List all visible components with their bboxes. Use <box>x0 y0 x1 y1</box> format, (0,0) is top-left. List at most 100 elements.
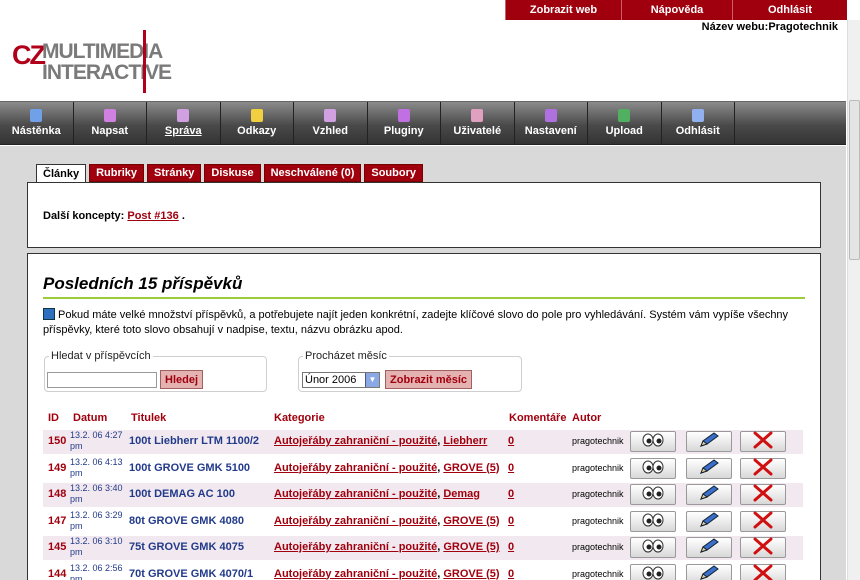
post-id: 148 <box>48 488 67 500</box>
category-link[interactable]: Demag <box>443 488 480 500</box>
category-link[interactable]: GROVE (5) <box>443 541 499 553</box>
scrollbar-thumb[interactable] <box>849 100 860 260</box>
column-header[interactable]: ID <box>48 412 59 424</box>
delete-button[interactable] <box>740 484 786 505</box>
manage-icon <box>177 109 190 122</box>
tab-2[interactable]: Stránky <box>147 164 202 182</box>
view-button[interactable] <box>630 510 676 532</box>
view-button[interactable] <box>630 563 676 580</box>
post-id: 145 <box>48 541 67 553</box>
top-link-0[interactable]: Zobrazit web <box>505 0 621 20</box>
table-row: 147 13.2. 06 3:29 pm 80t GROVE GMK 4080 Aut… <box>43 510 803 534</box>
post-author: pragotechnik <box>572 542 624 552</box>
view-button[interactable] <box>630 431 676 452</box>
comments-link[interactable]: 0 <box>508 462 514 474</box>
table-row: 144 13.2. 06 2:56 pm 70t GROVE GMK 4070/1 A… <box>43 563 803 580</box>
category-link[interactable]: Autojeřáby zahraniční - použité <box>274 568 437 580</box>
nav-item-9[interactable]: Odhlásit <box>662 102 735 145</box>
site-name-label: Název webu: <box>701 21 769 33</box>
column-header[interactable]: Titulek <box>131 412 166 424</box>
category-link[interactable]: Autojeřáby zahraniční - použité <box>274 462 437 474</box>
comments-link[interactable]: 0 <box>508 435 514 447</box>
nav-item-1[interactable]: Napsat <box>74 102 147 145</box>
tab-5[interactable]: Soubory <box>364 164 423 182</box>
logo[interactable]: CZ MULTIMEDIA INTERACTIVE <box>12 30 182 94</box>
drafts-box: Další koncepty: Post #136 . <box>27 182 821 248</box>
month-select[interactable]: Únor 2006 ▼ <box>302 372 380 388</box>
nav-item-4[interactable]: Vzhled <box>294 102 368 145</box>
edit-button[interactable] <box>686 563 732 580</box>
category-link[interactable]: Autojeřáby zahraniční - použité <box>274 541 437 553</box>
search-input[interactable] <box>47 372 157 388</box>
category-link[interactable]: GROVE (5) <box>443 568 499 580</box>
nav-item-5[interactable]: Pluginy <box>368 102 441 145</box>
category-link[interactable]: GROVE (5) <box>443 515 499 527</box>
view-button[interactable] <box>630 484 676 505</box>
nav-label: Upload <box>605 125 643 137</box>
month-select-value: Únor 2006 <box>305 374 357 386</box>
post-author: pragotechnik <box>572 436 624 446</box>
delete-button[interactable] <box>740 537 786 558</box>
view-icon <box>642 539 664 556</box>
nav-label: Odhlásit <box>675 125 720 137</box>
table-row: 150 13.2. 06 4:27 pm 100t Liebherr LTM 110… <box>43 430 803 454</box>
show-month-button[interactable]: Zobrazit měsíc <box>385 370 473 389</box>
top-link-2[interactable]: Odhlásit <box>732 0 847 20</box>
draft-link[interactable]: Post #136 <box>127 210 178 222</box>
post-title: 80t GROVE GMK 4080 <box>129 514 244 527</box>
tab-1[interactable]: Rubriky <box>89 164 145 182</box>
pencil-icon <box>698 458 720 478</box>
edit-button[interactable] <box>686 457 732 479</box>
comments-link[interactable]: 0 <box>508 488 514 500</box>
edit-button[interactable] <box>686 537 732 558</box>
top-link-1[interactable]: Nápověda <box>621 0 732 20</box>
column-header[interactable]: Kategorie <box>274 412 325 424</box>
delete-button[interactable] <box>740 510 786 532</box>
column-header[interactable]: Datum <box>73 412 107 424</box>
chevron-down-icon[interactable]: ▼ <box>365 373 379 387</box>
nav-item-3[interactable]: Odkazy <box>221 102 294 145</box>
category-link[interactable]: Autojeřáby zahraniční - použité <box>274 488 437 500</box>
nav-item-2[interactable]: Správa <box>147 102 221 145</box>
tab-3[interactable]: Diskuse <box>204 164 261 182</box>
theme-icon <box>324 109 337 122</box>
column-header[interactable]: Autor <box>572 412 601 424</box>
delete-button[interactable] <box>740 457 786 479</box>
category-link[interactable]: Autojeřáby zahraniční - použité <box>274 515 437 527</box>
edit-button[interactable] <box>686 431 732 452</box>
nav-item-8[interactable]: Upload <box>588 102 662 145</box>
delete-icon <box>753 431 773 452</box>
view-icon <box>642 460 664 477</box>
edit-button[interactable] <box>686 510 732 532</box>
post-categories: Autojeřáby zahraniční - použité, GROVE (… <box>274 462 500 474</box>
edit-button[interactable] <box>686 484 732 505</box>
post-date: 13.2. 06 3:40 pm <box>70 483 123 504</box>
main-nav: Nástěnka Napsat Správa Odkazy Vzhled Pluginy U… <box>0 101 846 145</box>
drafts-line: Další koncepty: Post #136 . <box>43 210 185 222</box>
category-link[interactable]: Autojeřáby zahraniční - použité <box>274 435 437 447</box>
category-link[interactable]: GROVE (5) <box>443 462 499 474</box>
nav-item-6[interactable]: Uživatelé <box>441 102 515 145</box>
column-header[interactable]: Komentáře <box>509 412 566 424</box>
view-button[interactable] <box>630 457 676 479</box>
pencil-icon <box>698 564 720 580</box>
delete-button[interactable] <box>740 563 786 580</box>
table-row: 145 13.2. 06 3:10 pm 75t GROVE GMK 4075 Aut… <box>43 536 803 560</box>
category-link[interactable]: Liebherr <box>443 435 487 447</box>
tab-4[interactable]: Neschválené (0) <box>263 164 362 182</box>
page-scrollbar[interactable] <box>847 20 860 580</box>
tab-0[interactable]: Články <box>36 164 87 183</box>
delete-button[interactable] <box>740 431 786 452</box>
plugin-icon <box>397 109 410 122</box>
post-date: 13.2. 06 3:10 pm <box>70 536 123 557</box>
comments-link[interactable]: 0 <box>508 515 514 527</box>
comments-link[interactable]: 0 <box>508 541 514 553</box>
search-button[interactable]: Hledej <box>160 370 204 389</box>
view-button[interactable] <box>630 537 676 558</box>
comments-link[interactable]: 0 <box>508 568 514 580</box>
nav-label: Nástěnka <box>11 125 61 137</box>
top-links: Zobrazit web Nápověda Odhlásit <box>505 0 847 20</box>
post-title: 100t GROVE GMK 5100 <box>129 461 251 474</box>
nav-item-0[interactable]: Nástěnka <box>0 102 74 145</box>
nav-item-7[interactable]: Nastavení <box>515 102 588 145</box>
